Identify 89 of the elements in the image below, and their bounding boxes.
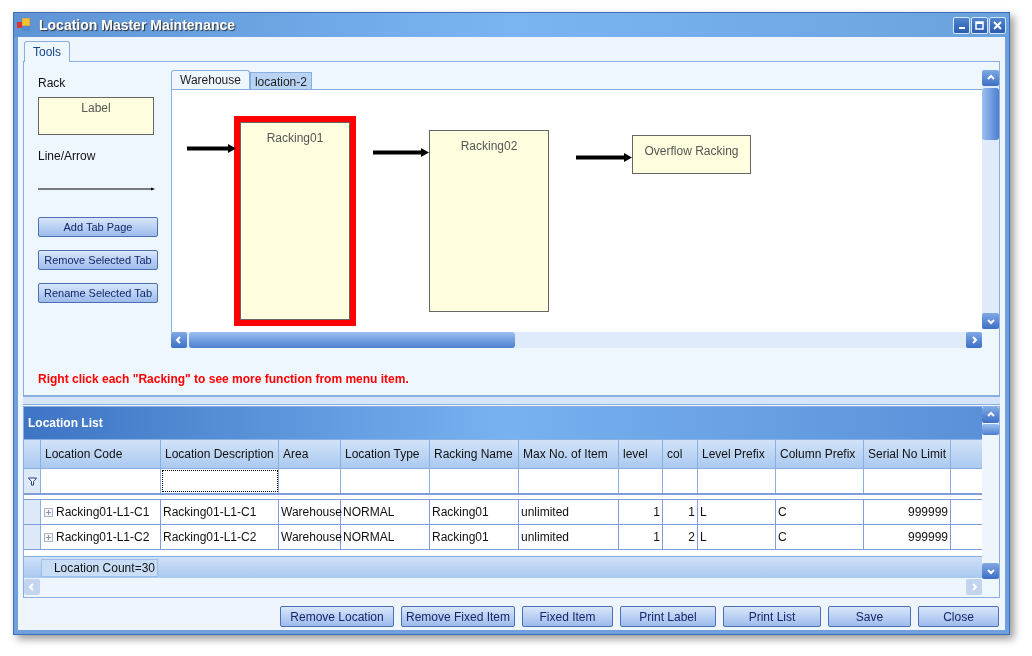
table-cell-text: 2	[688, 529, 695, 546]
expand-icon[interactable]	[44, 532, 53, 542]
column-header[interactable]: Area	[279, 440, 341, 468]
maximize-icon	[975, 20, 984, 30]
tool-button[interactable]: Add Tab Page	[38, 217, 158, 237]
table-cell-text: unlimited	[521, 529, 570, 546]
table-cell-text: NORMAL	[343, 529, 395, 546]
table-cell-text: Racking01-L1-C1	[163, 504, 257, 521]
panel-title: Location List	[24, 407, 982, 439]
table-cell-text: Racking01	[432, 529, 489, 546]
down-chevron-icon	[986, 567, 995, 575]
scroll-left-button[interactable]	[171, 332, 187, 348]
up-chevron-icon	[986, 74, 995, 82]
tab[interactable]: Tools	[24, 41, 70, 62]
rack-node[interactable]: Racking02	[429, 130, 549, 312]
row-header[interactable]	[24, 500, 41, 524]
minimize-button[interactable]	[953, 16, 970, 34]
scroll-down-button[interactable]	[982, 313, 999, 329]
scroll-down-button[interactable]	[982, 563, 999, 579]
scroll-up-button[interactable]	[982, 407, 999, 423]
table-cell-text: L	[700, 504, 707, 521]
column-header[interactable]: Level Prefix	[698, 440, 776, 468]
table-cell-text: Racking01-L1-C2	[163, 529, 257, 546]
minimize-icon	[958, 27, 965, 29]
action-button[interactable]: Remove Location	[280, 606, 394, 627]
right-chevron-icon	[970, 583, 978, 591]
line-arrow-label: Line/Arrow	[38, 148, 97, 165]
expand-icon[interactable]	[44, 507, 53, 517]
arrow	[373, 148, 429, 157]
scroll-thumb[interactable]	[189, 332, 515, 348]
column-header[interactable]: col	[663, 440, 698, 468]
column-header[interactable]: Location Code	[41, 440, 161, 468]
row-header[interactable]	[24, 525, 41, 549]
record-count: Location Count=30	[41, 558, 158, 577]
column-header[interactable]: level	[619, 440, 663, 468]
rack-label: Rack	[38, 75, 67, 92]
action-button[interactable]: Remove Fixed Item	[401, 606, 515, 627]
column-header[interactable]: Racking Name	[430, 440, 519, 468]
scroll-thumb[interactable]	[982, 88, 999, 140]
table-cell-text: Warehouse	[281, 504, 342, 521]
close-button[interactable]	[989, 16, 1006, 34]
scroll-thumb[interactable]	[982, 424, 999, 435]
table-cell-text: NORMAL	[343, 504, 395, 521]
action-button[interactable]: Fixed Item	[522, 606, 613, 627]
table-cell-text: 1	[653, 504, 660, 521]
left-chevron-icon	[175, 336, 183, 344]
rack-node[interactable]: Overflow Racking	[632, 135, 751, 174]
table-cell-text: Racking01	[432, 504, 489, 521]
table-cell-text: Warehouse	[281, 529, 342, 546]
table-cell-text: 999999	[907, 504, 948, 521]
table-cell-text: unlimited	[521, 504, 570, 521]
table-cell-text: Racking01-L1-C1	[56, 504, 150, 521]
column-header[interactable]: Location Type	[341, 440, 430, 468]
action-button[interactable]: Close	[918, 606, 999, 627]
arrow	[187, 144, 236, 153]
table-cell-text: L	[700, 529, 707, 546]
line-arrow-template[interactable]	[38, 187, 155, 191]
column-header[interactable]: Serial No Limit	[864, 440, 951, 468]
action-button[interactable]: Print List	[723, 606, 821, 627]
up-chevron-icon	[986, 411, 995, 419]
column-header[interactable]: Max No. of Item	[519, 440, 619, 468]
left-chevron-icon	[28, 583, 36, 591]
right-chevron-icon	[970, 336, 978, 344]
close-icon	[993, 20, 1002, 30]
tool-button[interactable]: Remove Selected Tab	[38, 250, 158, 270]
action-button[interactable]: Save	[828, 606, 911, 627]
rack-template[interactable]: Label	[38, 97, 154, 135]
filter-cell[interactable]	[161, 469, 279, 493]
table-cell-text: 1	[688, 504, 695, 521]
table-cell-text: 1	[653, 529, 660, 546]
window-title: Location Master Maintenance	[39, 15, 236, 35]
hint-text: Right click each "Racking" to see more function from menu item.	[38, 372, 409, 386]
down-chevron-icon	[986, 317, 995, 325]
table-cell-text: C	[778, 529, 787, 546]
column-header[interactable]: Location Description	[161, 440, 279, 468]
scroll-up-button[interactable]	[982, 70, 999, 86]
tool-button[interactable]: Rename Selected Tab	[38, 283, 158, 303]
column-header[interactable]: Column Prefix	[776, 440, 864, 468]
arrow	[576, 153, 632, 162]
filter-icon[interactable]	[27, 476, 37, 486]
app-icon	[17, 18, 31, 32]
action-button[interactable]: Print Label	[620, 606, 716, 627]
tab[interactable]: Warehouse	[171, 70, 250, 89]
table-cell-text: Racking01-L1-C2	[56, 529, 150, 546]
table-cell-text: C	[778, 504, 787, 521]
tab[interactable]: location-2	[249, 72, 312, 89]
scroll-right-button[interactable]	[966, 332, 982, 348]
table-cell-text: 999999	[907, 529, 948, 546]
maximize-button[interactable]	[971, 16, 988, 34]
